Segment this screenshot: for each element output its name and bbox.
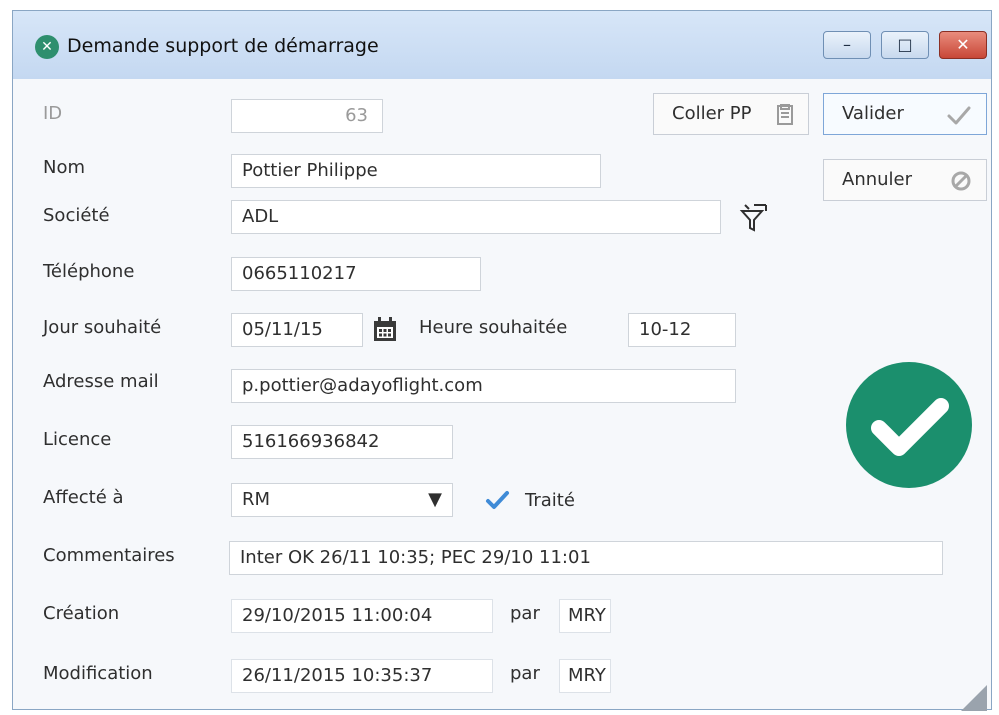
close-button[interactable]: ✕ <box>939 31 987 59</box>
modification-field: 26/11/2015 10:35:37 <box>231 659 493 693</box>
societe-label: Société <box>43 205 110 226</box>
commentaires-label: Commentaires <box>43 545 175 566</box>
calendar-icon[interactable] <box>371 315 399 345</box>
jour-souhaite-label: Jour souhaité <box>43 317 162 338</box>
minimize-icon: – <box>843 35 851 54</box>
window-title: Demande support de démarrage <box>67 35 379 57</box>
prohibited-icon <box>951 171 971 191</box>
id-label: ID <box>43 103 63 124</box>
modification-par-field: MRY <box>559 659 611 693</box>
checkmark-icon <box>486 491 509 509</box>
annuler-label: Annuler <box>842 169 913 190</box>
checkmark-icon <box>947 106 971 125</box>
id-field: 63 <box>231 99 383 133</box>
nom-label: Nom <box>43 157 86 178</box>
heure-souhaitee-field[interactable]: 10-12 <box>628 313 736 347</box>
licence-field[interactable]: 516166936842 <box>231 425 453 459</box>
creation-label: Création <box>43 603 120 624</box>
form-body: ID 63 Nom Pottier Philippe Société ADL T… <box>13 79 991 711</box>
affecte-a-select[interactable]: RM ▼ <box>231 483 453 517</box>
modification-par-label: par <box>510 663 540 684</box>
adresse-mail-field[interactable]: p.pottier@adayoflight.com <box>231 369 736 403</box>
creation-field: 29/10/2015 11:00:04 <box>231 599 493 633</box>
creation-par-field: MRY <box>559 599 611 633</box>
telephone-field[interactable]: 0665110217 <box>231 257 481 291</box>
title-bar[interactable]: ✕ Demande support de démarrage – □ ✕ <box>13 11 991 79</box>
valider-button[interactable]: Valider <box>823 93 987 135</box>
heure-souhaitee-label: Heure souhaitée <box>419 317 568 338</box>
traite-label: Traité <box>525 490 575 511</box>
jour-souhaite-field[interactable]: 05/11/15 <box>231 313 363 347</box>
coller-pp-button[interactable]: Coller PP <box>653 93 809 135</box>
tools-icon: ✕ <box>35 35 59 59</box>
coller-pp-label: Coller PP <box>672 103 752 124</box>
affecte-a-value: RM <box>242 489 271 510</box>
creation-par-label: par <box>510 603 540 624</box>
affecte-a-label: Affecté à <box>43 487 124 508</box>
licence-label: Licence <box>43 429 112 450</box>
adresse-mail-label: Adresse mail <box>43 371 159 392</box>
annuler-button[interactable]: Annuler <box>823 159 987 201</box>
valider-label: Valider <box>842 103 904 124</box>
status-badge <box>846 362 972 488</box>
filter-icon[interactable] <box>737 200 771 234</box>
dialog-window: ✕ Demande support de démarrage – □ ✕ ID … <box>12 10 992 711</box>
status-check-icon <box>871 398 949 456</box>
telephone-label: Téléphone <box>43 261 135 282</box>
traite-checkbox[interactable] <box>481 484 513 516</box>
minimize-button[interactable]: – <box>823 31 871 59</box>
nom-field[interactable]: Pottier Philippe <box>231 154 601 188</box>
clipboard-icon <box>777 104 793 125</box>
maximize-button[interactable]: □ <box>881 31 929 59</box>
maximize-icon: □ <box>897 35 913 54</box>
close-icon: ✕ <box>956 35 970 54</box>
modification-label: Modification <box>43 663 153 684</box>
commentaires-field[interactable]: Inter OK 26/11 10:35; PEC 29/10 11:01 <box>229 541 943 575</box>
chevron-down-icon: ▼ <box>428 489 442 510</box>
societe-field[interactable]: ADL <box>231 200 721 234</box>
resize-grip-icon[interactable] <box>955 679 989 713</box>
